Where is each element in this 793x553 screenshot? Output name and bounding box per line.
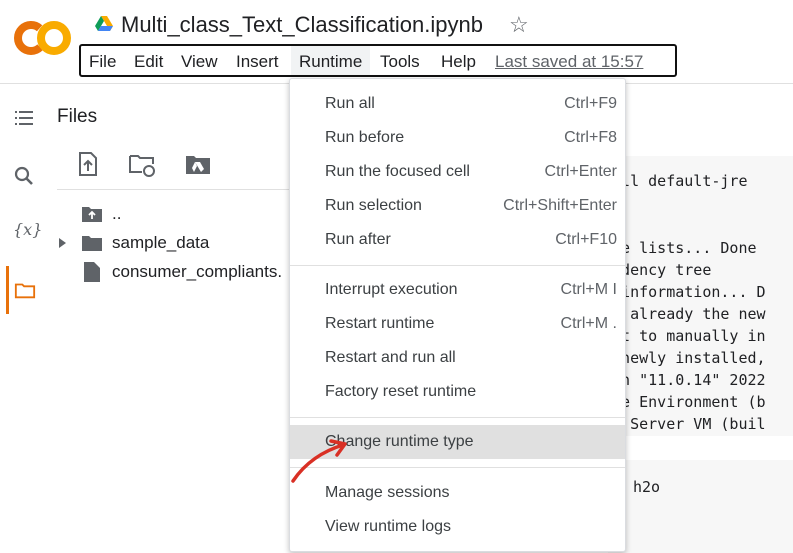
menu-item-view-runtime-logs[interactable]: View runtime logs	[290, 510, 625, 544]
last-saved-link[interactable]: Last saved at 15:57	[495, 52, 643, 72]
output-text: ion "11.0.14" 2022	[603, 371, 766, 389]
output-text: is already the new	[603, 305, 766, 323]
menu-help[interactable]: Help	[441, 52, 476, 72]
menu-item-run-before[interactable]: Run before Ctrl+F8	[290, 121, 625, 155]
folder-icon	[82, 236, 102, 251]
output-text: age lists... Done	[603, 239, 757, 257]
tree-item-label: consumer_compliants.	[112, 262, 283, 281]
file-icon	[84, 262, 100, 282]
menu-item-factory-reset-runtime[interactable]: Factory reset runtime	[290, 375, 625, 409]
mount-drive-icon[interactable]	[184, 150, 212, 178]
upload-file-icon[interactable]	[74, 150, 102, 178]
tree-item-file[interactable]: consumer_compliants.	[56, 259, 292, 285]
colab-logo[interactable]	[14, 14, 72, 62]
menu-item-shortcut: Ctrl+Shift+Enter	[503, 197, 617, 214]
menu-item-shortcut: Ctrl+Enter	[544, 163, 617, 180]
menu-bar: File Edit View Insert Runtime Tools Help…	[79, 44, 677, 77]
menu-separator	[290, 265, 625, 266]
menu-item-shortcut: Ctrl+F8	[564, 129, 617, 146]
menu-item-run-focused-cell[interactable]: Run the focused cell Ctrl+Enter	[290, 155, 625, 189]
active-indicator	[6, 266, 9, 314]
menu-item-label: Restart and run all	[325, 349, 456, 366]
star-icon[interactable]: ☆	[509, 12, 529, 38]
menu-item-label: Interrupt execution	[325, 281, 458, 298]
tree-item-parent[interactable]: ..	[56, 201, 296, 227]
folder-icon[interactable]	[14, 279, 36, 301]
output-text: 0 newly installed,	[603, 349, 766, 367]
output-text: set to manually in	[603, 327, 766, 345]
menu-item-label: Run all	[325, 95, 375, 112]
menu-item-restart-runtime[interactable]: Restart runtime Ctrl+M .	[290, 307, 625, 341]
menu-item-run-after[interactable]: Run after Ctrl+F10	[290, 223, 625, 257]
menu-item-label: Restart runtime	[325, 315, 435, 332]
tree-item-label: ..	[112, 204, 122, 223]
annotation-arrow	[291, 439, 347, 483]
output-text: ime Environment (b	[603, 393, 766, 411]
files-divider	[57, 189, 297, 190]
menu-item-restart-and-run-all[interactable]: Restart and run all	[290, 341, 625, 375]
menu-insert[interactable]: Insert	[236, 52, 279, 72]
menu-edit[interactable]: Edit	[134, 52, 163, 72]
menu-item-label: Run selection	[325, 197, 422, 214]
menu-view[interactable]: View	[181, 52, 218, 72]
files-panel-title: Files	[57, 106, 98, 127]
google-drive-icon	[95, 16, 113, 31]
menu-item-shortcut: Ctrl+F9	[564, 95, 617, 112]
table-of-contents-icon[interactable]	[12, 106, 36, 130]
menu-runtime[interactable]: Runtime	[291, 46, 371, 75]
chevron-right-icon[interactable]	[59, 238, 67, 248]
menu-item-run-selection[interactable]: Run selection Ctrl+Shift+Enter	[290, 189, 625, 223]
menu-item-label: Factory reset runtime	[325, 383, 477, 400]
menu-separator	[290, 417, 625, 418]
folder-up-icon	[82, 207, 102, 222]
menu-item-label: Run the focused cell	[325, 163, 470, 180]
menu-file[interactable]: File	[89, 52, 116, 72]
menu-item-label: Run after	[325, 231, 391, 248]
menu-item-shortcut: Ctrl+M .	[560, 315, 617, 332]
menu-item-shortcut: Ctrl+F10	[555, 231, 617, 248]
output-text: it Server VM (buil	[603, 415, 766, 433]
notebook-title[interactable]: Multi_class_Text_Classification.ipynb	[121, 12, 483, 38]
output-text: e information... D	[603, 283, 766, 301]
menu-item-interrupt-execution[interactable]: Interrupt execution Ctrl+M I	[290, 273, 625, 307]
menu-item-label: View runtime logs	[325, 518, 451, 535]
menu-item-shortcut: Ctrl+M I	[560, 281, 617, 298]
variables-icon[interactable]: {x}	[13, 220, 42, 244]
code-cell-2[interactable]	[608, 460, 793, 553]
refresh-folder-icon[interactable]	[128, 150, 156, 178]
tree-item-sample-data[interactable]: sample_data	[56, 230, 296, 256]
menu-item-run-all[interactable]: Run all Ctrl+F9	[290, 87, 625, 121]
menu-tools[interactable]: Tools	[380, 52, 420, 72]
tree-item-label: sample_data	[112, 233, 210, 252]
code-text: h2o	[633, 478, 661, 496]
search-icon[interactable]	[12, 164, 36, 188]
menu-item-label: Run before	[325, 129, 405, 146]
